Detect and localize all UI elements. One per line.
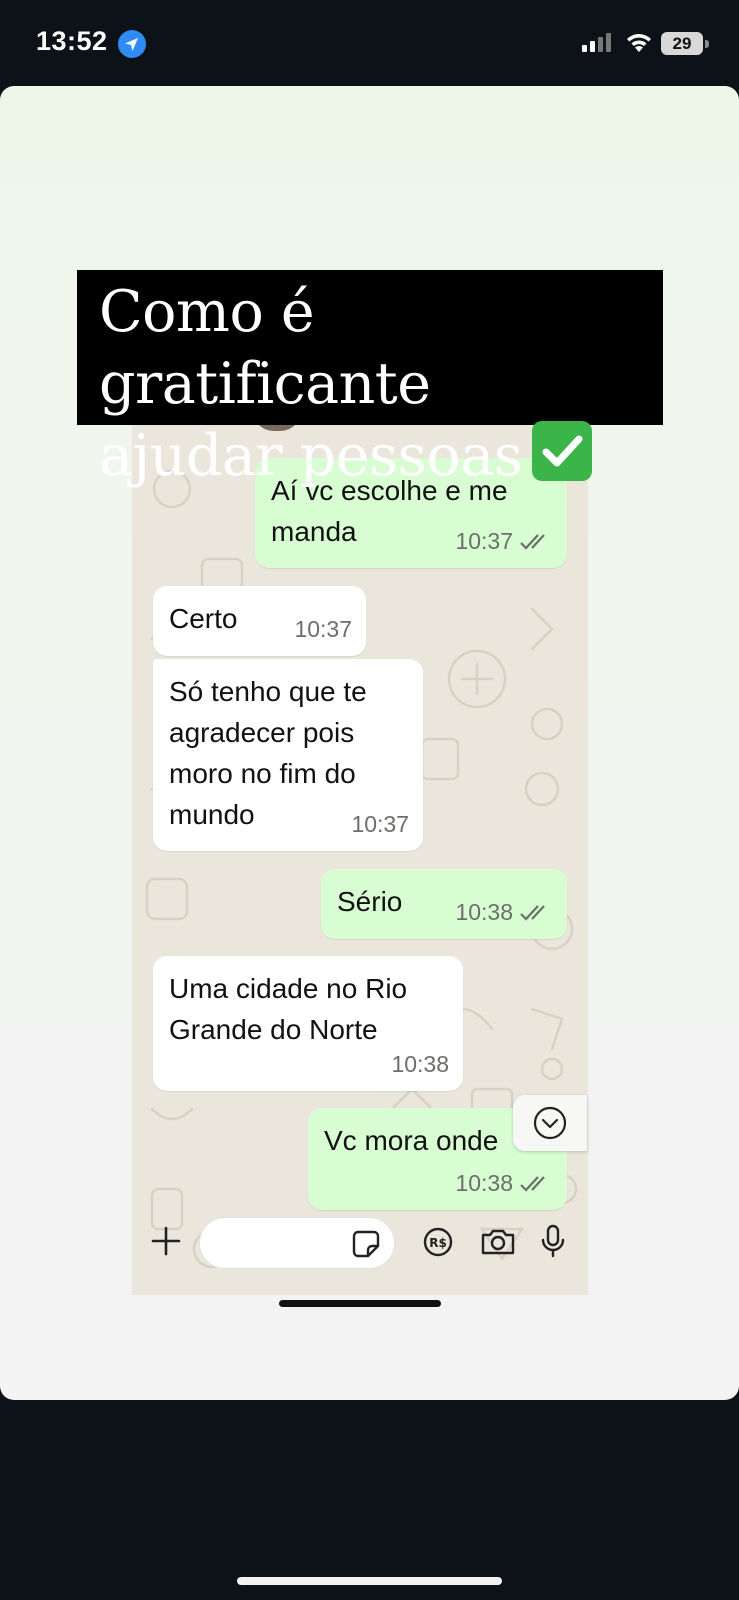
- location-arrow-icon: [118, 30, 146, 58]
- home-indicator-screenshot: [279, 1300, 441, 1307]
- message-time: 10:37: [351, 811, 409, 837]
- message-bubble-incoming: Uma cidade no Rio Grande do Norte 10:38: [153, 956, 463, 1091]
- message-meta: 10:37: [351, 804, 409, 845]
- status-time: 13:52: [36, 26, 108, 56]
- message-text: Só tenho que te agradecer pois moro no f…: [169, 676, 367, 830]
- microphone-icon[interactable]: [541, 1224, 565, 1258]
- message-time: 10:37: [294, 616, 352, 642]
- double-check-icon: [520, 904, 545, 921]
- story-card: Aí vc escolhe e me manda 10:37 Certo 10:…: [0, 86, 739, 1400]
- check-mark-button-icon: [532, 421, 593, 481]
- message-meta: 10:37: [455, 521, 553, 562]
- caption-text: ajudar pessoas: [99, 423, 523, 489]
- message-meta: 10:37: [294, 609, 352, 650]
- message-bubble-incoming: Só tenho que te agradecer pois moro no f…: [153, 659, 423, 851]
- plus-icon[interactable]: [151, 1226, 181, 1256]
- caption-line-2: ajudar pessoas: [99, 420, 663, 492]
- wifi-icon: [627, 34, 651, 52]
- home-indicator: [237, 1577, 502, 1585]
- pix-payment-icon[interactable]: R$: [423, 1227, 453, 1257]
- message-text: Uma cidade no Rio Grande do Norte: [169, 973, 408, 1045]
- message-bubble-outgoing: Sério 10:38: [321, 869, 567, 939]
- message-bubble-incoming: Certo 10:37: [153, 586, 366, 656]
- double-check-icon: [520, 1175, 545, 1192]
- battery-tip: [705, 40, 709, 48]
- story-caption: Como é gratificante ajudar pessoas: [77, 270, 663, 489]
- cell-signal-icon: [582, 33, 611, 52]
- scroll-to-bottom-button[interactable]: [513, 1095, 587, 1151]
- double-check-icon: [520, 533, 545, 550]
- message-meta: 10:38: [455, 892, 553, 933]
- message-time: 10:38: [455, 899, 513, 925]
- svg-text:R$: R$: [429, 1236, 447, 1250]
- message-text: Sério: [337, 886, 403, 917]
- message-meta: 10:38: [455, 1163, 553, 1204]
- status-bar: 13:52 29: [0, 0, 739, 86]
- message-text: Certo: [169, 603, 238, 634]
- camera-icon[interactable]: [480, 1228, 516, 1256]
- message-meta: 10:38: [391, 1044, 449, 1085]
- message-time: 10:37: [455, 528, 513, 554]
- caption-line-1: Como é gratificante: [99, 279, 431, 417]
- message-time: 10:38: [391, 1051, 449, 1077]
- sticker-icon[interactable]: [352, 1230, 380, 1258]
- battery-icon: 29: [661, 32, 703, 55]
- message-text: Vc mora onde: [324, 1125, 499, 1156]
- chevron-down-icon: [533, 1106, 567, 1140]
- message-time: 10:38: [455, 1170, 513, 1196]
